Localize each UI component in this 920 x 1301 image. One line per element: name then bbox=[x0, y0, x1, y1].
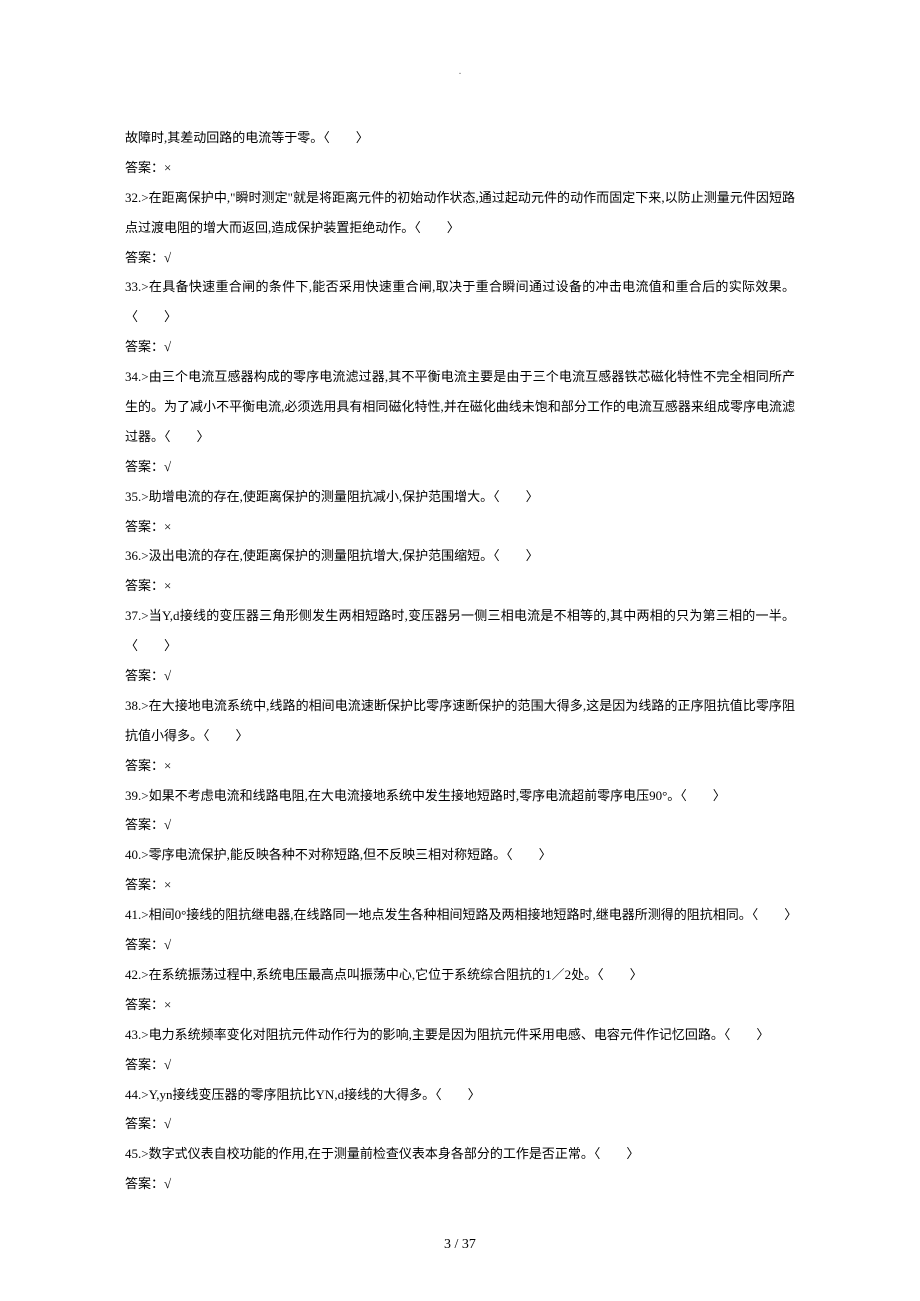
question-text: 32.>在距离保护中,"瞬时测定"就是将距离元件的初始动作状态,通过起动元件的动… bbox=[125, 183, 795, 243]
answer-text: 答案：√ bbox=[125, 1169, 795, 1199]
answer-text: 答案：√ bbox=[125, 243, 795, 273]
answer-text: 答案：√ bbox=[125, 332, 795, 362]
question-text: 39.>如果不考虑电流和线路电阻,在大电流接地系统中发生接地短路时,零序电流超前… bbox=[125, 781, 795, 811]
question-text: 45.>数字式仪表自校功能的作用,在于测量前检查仪表本身各部分的工作是否正常。〈… bbox=[125, 1139, 795, 1169]
answer-text: 答案：× bbox=[125, 153, 795, 183]
question-text: 34.>由三个电流互感器构成的零序电流滤过器,其不平衡电流主要是由于三个电流互感… bbox=[125, 362, 795, 452]
answer-text: 答案：√ bbox=[125, 930, 795, 960]
header-mark: . bbox=[125, 60, 795, 83]
answer-text: 答案：√ bbox=[125, 661, 795, 691]
answer-text: 答案：× bbox=[125, 870, 795, 900]
answer-text: 答案：× bbox=[125, 571, 795, 601]
question-text: 36.>汲出电流的存在,使距离保护的测量阻抗增大,保护范围缩短。〈 〉 bbox=[125, 541, 795, 571]
question-text: 41.>相间0°接线的阻抗继电器,在线路同一地点发生各种相间短路及两相接地短路时… bbox=[125, 900, 795, 930]
question-text: 37.>当Y,d接线的变压器三角形侧发生两相短路时,变压器另一侧三相电流是不相等… bbox=[125, 601, 795, 661]
answer-text: 答案：× bbox=[125, 751, 795, 781]
question-text: 33.>在具备快速重合闸的条件下,能否采用快速重合闸,取决于重合瞬间通过设备的冲… bbox=[125, 272, 795, 332]
answer-text: 答案：√ bbox=[125, 452, 795, 482]
content-body: 故障时,其差动回路的电流等于零。〈 〉答案：×32.>在距离保护中,"瞬时测定"… bbox=[125, 123, 795, 1199]
question-text: 40.>零序电流保护,能反映各种不对称短路,但不反映三相对称短路。〈 〉 bbox=[125, 840, 795, 870]
question-text: 故障时,其差动回路的电流等于零。〈 〉 bbox=[125, 123, 795, 153]
page-footer: 3 / 37 bbox=[125, 1229, 795, 1261]
document-page: . 故障时,其差动回路的电流等于零。〈 〉答案：×32.>在距离保护中,"瞬时测… bbox=[0, 0, 920, 1301]
question-text: 42.>在系统振荡过程中,系统电压最高点叫振荡中心,它位于系统综合阻抗的1／2处… bbox=[125, 960, 795, 990]
answer-text: 答案：× bbox=[125, 990, 795, 1020]
answer-text: 答案：√ bbox=[125, 1050, 795, 1080]
question-text: 38.>在大接地电流系统中,线路的相间电流速断保护比零序速断保护的范围大得多,这… bbox=[125, 691, 795, 751]
question-text: 35.>助增电流的存在,使距离保护的测量阻抗减小,保护范围增大。〈 〉 bbox=[125, 482, 795, 512]
answer-text: 答案：× bbox=[125, 512, 795, 542]
question-text: 44.>Y,yn接线变压器的零序阻抗比YN,d接线的大得多。〈 〉 bbox=[125, 1080, 795, 1110]
question-text: 43.>电力系统频率变化对阻抗元件动作行为的影响,主要是因为阻抗元件采用电感、电… bbox=[125, 1020, 795, 1050]
answer-text: 答案：√ bbox=[125, 1109, 795, 1139]
answer-text: 答案：√ bbox=[125, 810, 795, 840]
